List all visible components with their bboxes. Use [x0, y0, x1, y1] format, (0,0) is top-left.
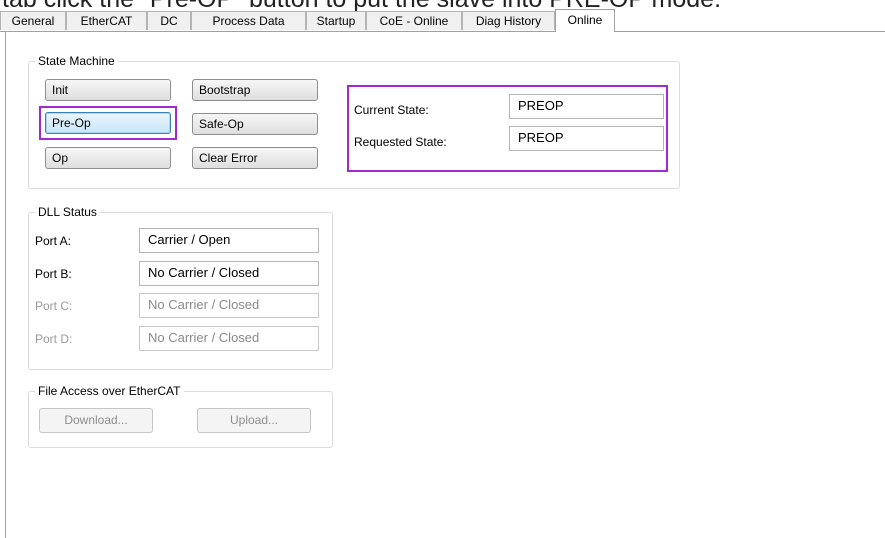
port-c-label: Port C: [35, 299, 73, 313]
tab-general[interactable]: General [0, 11, 66, 30]
requested-state-field: PREOP [509, 126, 664, 151]
file-access-group: File Access over EtherCAT Download... Up… [28, 384, 333, 448]
tab-coe-online[interactable]: CoE - Online [366, 11, 462, 30]
state-machine-title: State Machine [35, 54, 118, 68]
tab-process-data[interactable]: Process Data [191, 11, 306, 30]
port-b-status: No Carrier / Closed [139, 261, 319, 286]
upload-button[interactable]: Upload... [197, 408, 311, 433]
dll-status-title: DLL Status [35, 205, 100, 219]
current-state-label: Current State: [354, 103, 429, 117]
safe-op-button[interactable]: Safe-Op [192, 113, 318, 135]
pre-op-button[interactable]: Pre-Op [45, 112, 171, 134]
tab-ethercat[interactable]: EtherCAT [66, 11, 147, 30]
op-button[interactable]: Op [45, 147, 171, 169]
port-a-status: Carrier / Open [139, 228, 319, 253]
tab-startup[interactable]: Startup [306, 11, 366, 30]
init-button[interactable]: Init [45, 79, 171, 101]
tab-dc[interactable]: DC [147, 11, 191, 30]
file-access-title: File Access over EtherCAT [35, 384, 184, 398]
online-tab-panel: State Machine Init Bootstrap Pre-Op Safe… [5, 32, 884, 538]
clear-error-button[interactable]: Clear Error [192, 147, 318, 169]
port-d-label: Port D: [35, 332, 73, 346]
tab-diag-history[interactable]: Diag History [462, 11, 555, 30]
port-b-label: Port B: [35, 267, 72, 281]
state-machine-group: State Machine Init Bootstrap Pre-Op Safe… [28, 54, 680, 189]
requested-state-label: Requested State: [354, 135, 447, 149]
port-c-status: No Carrier / Closed [139, 293, 319, 318]
tab-bar: General EtherCAT DC Process Data Startup… [0, 9, 885, 32]
port-a-label: Port A: [35, 234, 72, 248]
tab-online[interactable]: Online [555, 9, 615, 32]
port-d-status: No Carrier / Closed [139, 326, 319, 351]
current-state-field: PREOP [509, 94, 664, 119]
download-button[interactable]: Download... [39, 408, 153, 433]
bootstrap-button[interactable]: Bootstrap [192, 79, 318, 101]
dll-status-group: DLL Status Port A: Carrier / Open Port B… [28, 205, 333, 370]
